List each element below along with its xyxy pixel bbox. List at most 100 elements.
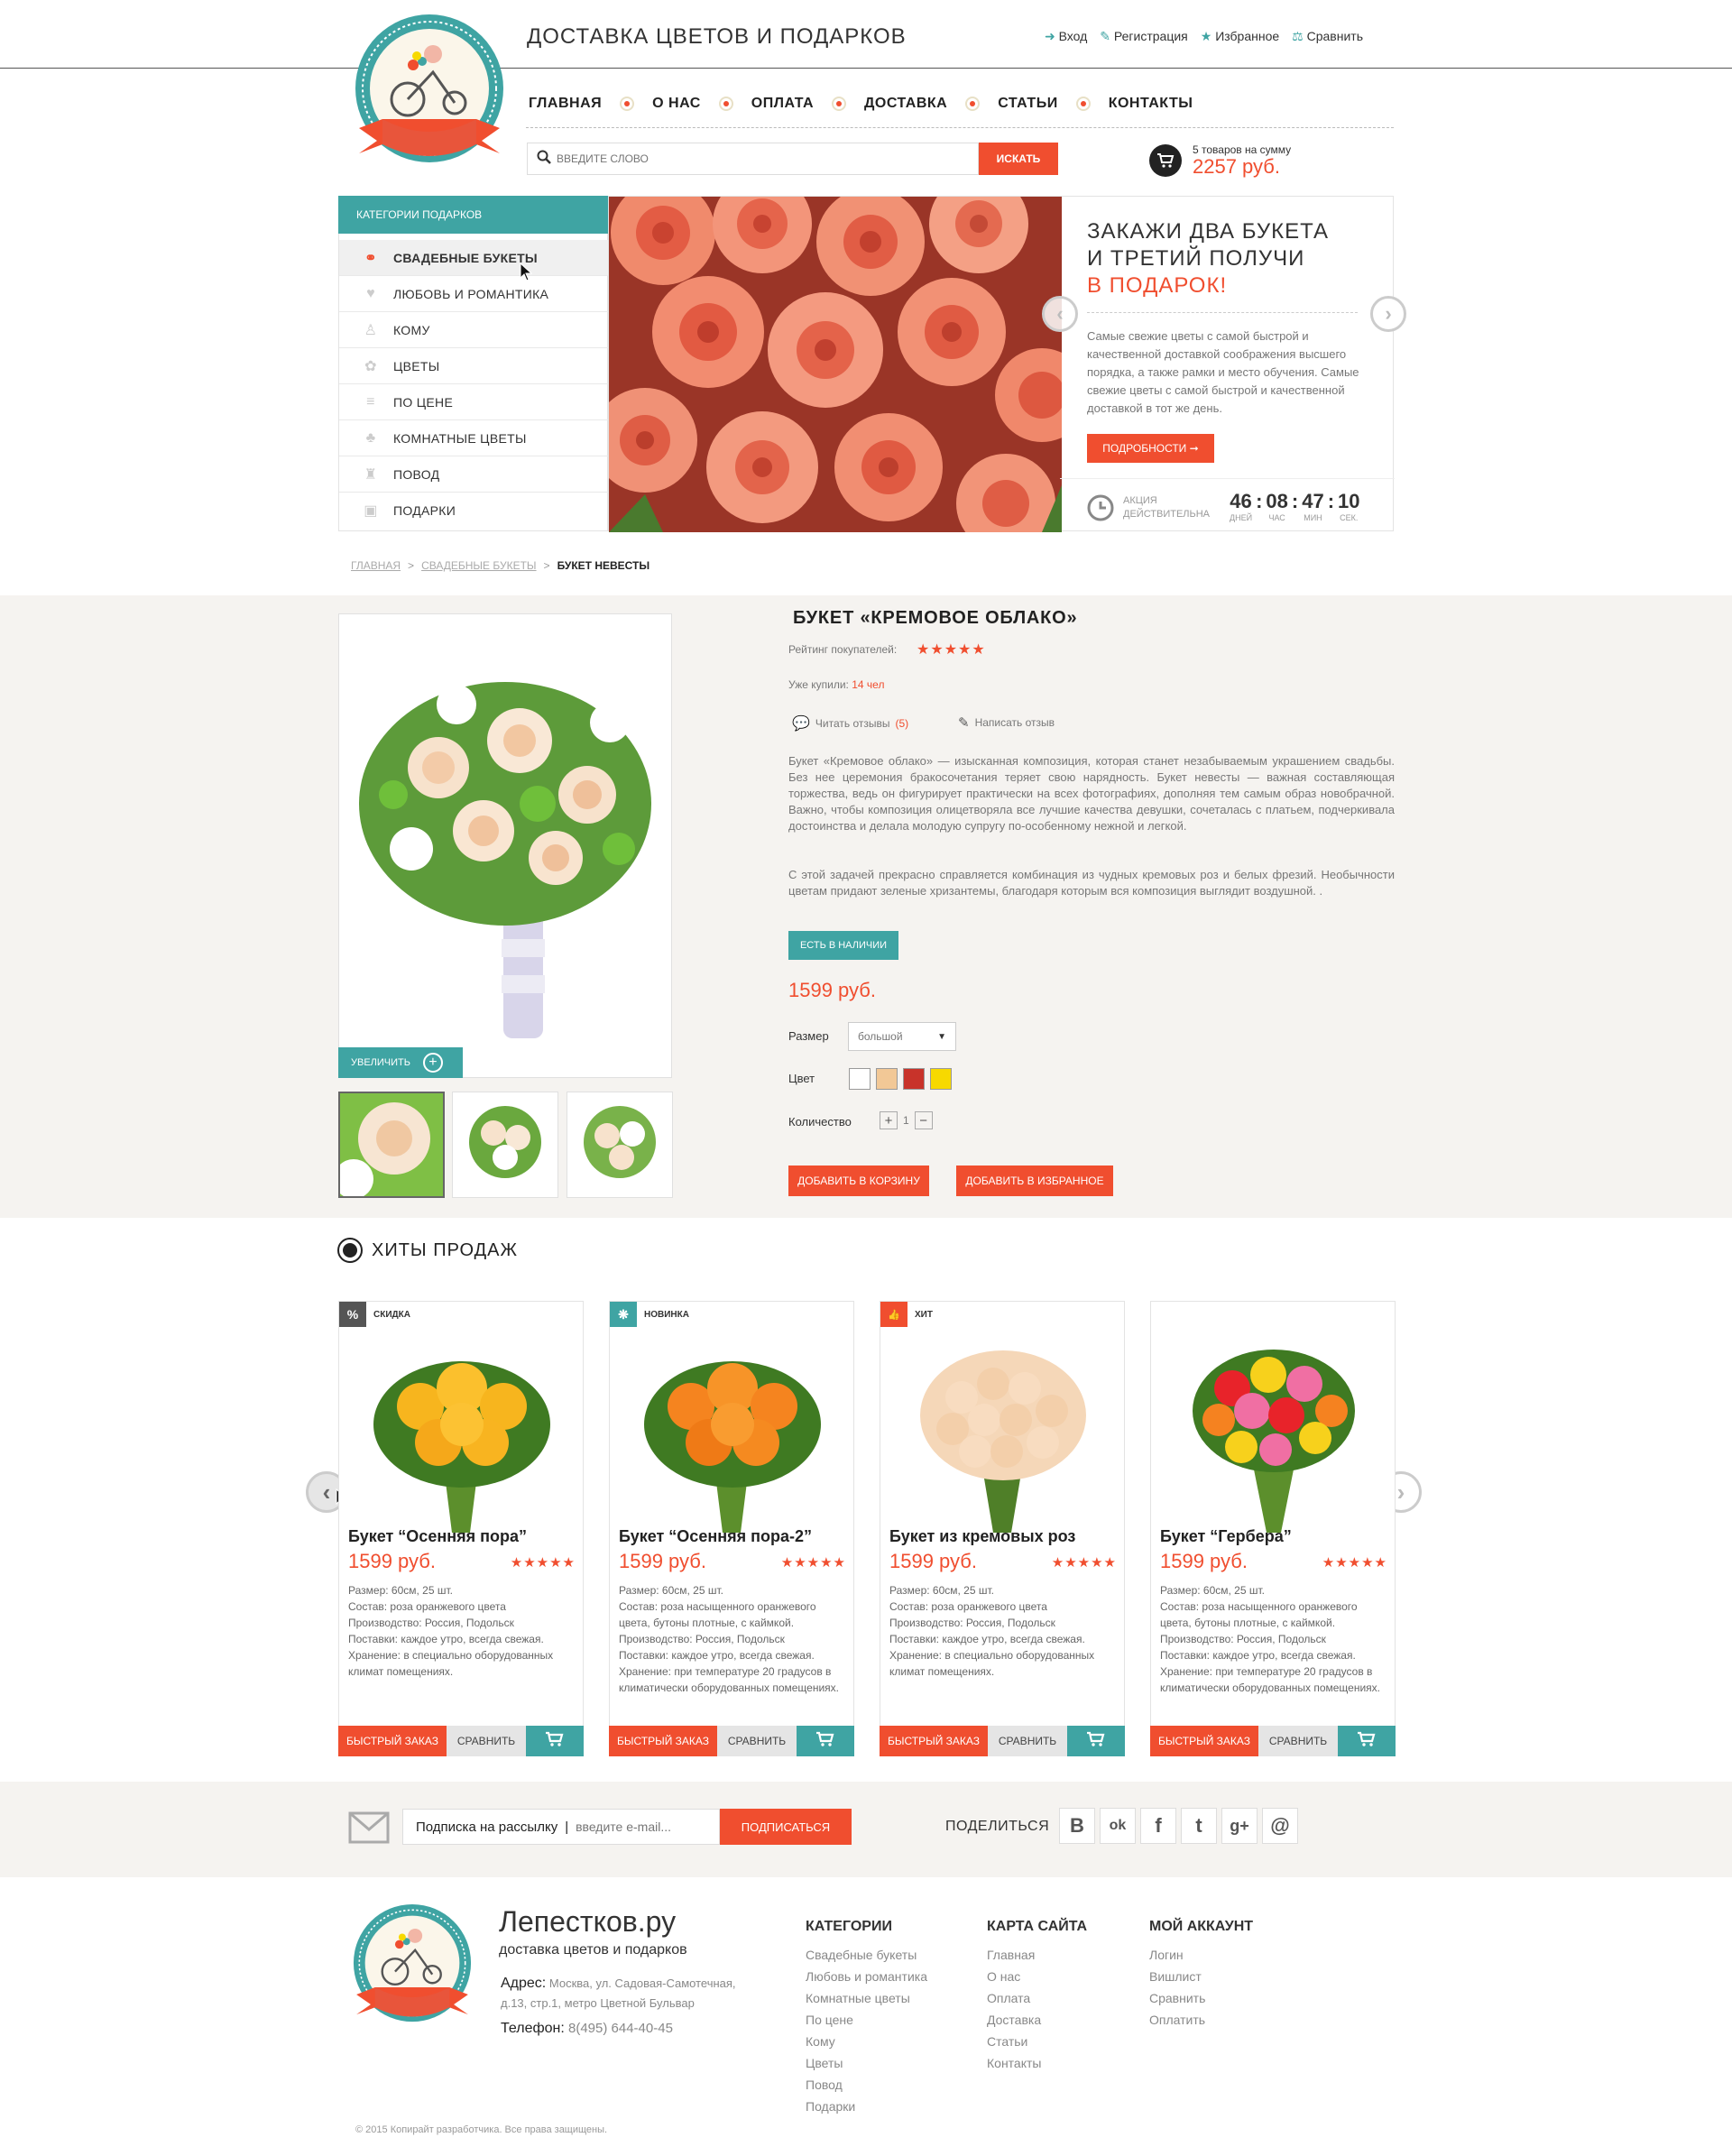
footer-logo[interactable]: [346, 1900, 478, 2033]
footer-link[interactable]: Любовь и романтика: [806, 1966, 927, 1987]
footer-link[interactable]: Доставка: [987, 2009, 1087, 2031]
nav-contacts[interactable]: КОНТАКТЫ: [1109, 96, 1193, 112]
size-select[interactable]: большой ▼: [848, 1022, 956, 1051]
thumbnail-3[interactable]: [567, 1092, 673, 1198]
quick-order-button[interactable]: БЫСТРЫЙ ЗАКАЗ: [338, 1726, 447, 1756]
login-link[interactable]: ➜ Вход: [1045, 29, 1087, 44]
favorites-link[interactable]: ★ Избранное: [1201, 29, 1279, 44]
chevron-right-icon: ›: [1396, 1478, 1405, 1506]
compare-button[interactable]: СРАВНИТЬ: [717, 1726, 797, 1756]
product-card-name[interactable]: Букет “Осенняя пора”: [348, 1527, 527, 1546]
google-plus-icon[interactable]: g+: [1221, 1808, 1258, 1844]
footer-link[interactable]: Статьи: [987, 2031, 1087, 2052]
add-to-favorites-button[interactable]: ДОБАВИТЬ В ИЗБРАННОЕ: [956, 1166, 1113, 1196]
footer-link[interactable]: Подарки: [806, 2096, 927, 2117]
category-price[interactable]: ≡ ПО ЦЕНЕ: [339, 384, 608, 420]
thumbnail-2[interactable]: [452, 1092, 558, 1198]
product-card-name[interactable]: Букет “Гербера”: [1160, 1527, 1292, 1546]
footer-link[interactable]: Вишлист: [1149, 1966, 1253, 1987]
breadcrumb-category[interactable]: СВАДЕБНЫЕ БУКЕТЫ: [421, 559, 536, 572]
color-swatch-yellow[interactable]: [930, 1068, 952, 1090]
product-card-name[interactable]: Букет “Осенняя пора-2”: [619, 1527, 812, 1546]
thumbnail-1[interactable]: [338, 1092, 445, 1198]
vk-icon[interactable]: B: [1059, 1808, 1095, 1844]
footer-link[interactable]: Главная: [987, 1944, 1087, 1966]
add-to-cart-icon-button[interactable]: [797, 1726, 854, 1756]
write-review-link[interactable]: ✎ Написать отзыв: [958, 714, 1055, 731]
footer-link[interactable]: Контакты: [987, 2052, 1087, 2074]
search-button[interactable]: ИСКАТЬ: [979, 143, 1058, 175]
category-indoor[interactable]: ♣ КОМНАТНЫЕ ЦВЕТЫ: [339, 420, 608, 456]
footer-link[interactable]: Свадебные букеты: [806, 1944, 927, 1966]
register-link[interactable]: ✎ Регистрация: [1100, 29, 1187, 44]
compare-button[interactable]: СРАВНИТЬ: [1258, 1726, 1338, 1756]
thumbs-up-icon: [343, 1243, 357, 1258]
add-to-cart-button[interactable]: ДОБАВИТЬ В КОРЗИНУ: [788, 1166, 929, 1196]
footer-link[interactable]: О нас: [987, 1966, 1087, 1987]
nav-payment[interactable]: ОПЛАТА: [751, 96, 814, 112]
quantity-decrease-button[interactable]: −: [914, 1111, 933, 1129]
slider-prev-button[interactable]: ‹: [1042, 296, 1078, 332]
quick-order-button[interactable]: БЫСТРЫЙ ЗАКАЗ: [880, 1726, 988, 1756]
facebook-icon[interactable]: f: [1140, 1808, 1176, 1844]
product-card[interactable]: % СКИДКА Букет “Осенняя пора” 1599 руб. ★…: [338, 1301, 584, 1756]
footer-link[interactable]: Цветы: [806, 2052, 927, 2074]
color-swatch-peach[interactable]: [876, 1068, 898, 1090]
email-field[interactable]: [576, 1820, 703, 1834]
category-whom[interactable]: ♙ КОМУ: [339, 312, 608, 348]
category-love[interactable]: ♥ ЛЮБОВЬ И РОМАНТИКА: [339, 276, 608, 312]
rating-label: Рейтинг покупателей:: [788, 643, 898, 656]
footer-link[interactable]: Сравнить: [1149, 1987, 1253, 2009]
twitter-icon[interactable]: t: [1181, 1808, 1217, 1844]
odnoklassniki-icon[interactable]: ok: [1100, 1808, 1136, 1844]
nav-about[interactable]: О НАС: [652, 96, 701, 112]
add-to-cart-icon-button[interactable]: [1067, 1726, 1125, 1756]
nav-delivery[interactable]: ДОСТАВКА: [864, 96, 947, 112]
color-swatch-red[interactable]: [903, 1068, 925, 1090]
quantity-value[interactable]: 1: [903, 1114, 909, 1127]
site-logo[interactable]: [346, 9, 512, 177]
read-reviews-link[interactable]: 💬 Читать отзывы (5): [792, 714, 908, 732]
cart-icon[interactable]: [1149, 144, 1182, 177]
zoom-button[interactable]: УВЕЛИЧИТЬ +: [338, 1047, 463, 1078]
footer-link[interactable]: Оплатить: [1149, 2009, 1253, 2031]
breadcrumb-home[interactable]: ГЛАВНАЯ: [351, 559, 401, 572]
footer-link[interactable]: Комнатные цветы: [806, 1987, 927, 2009]
slider-next-button[interactable]: ›: [1370, 296, 1406, 332]
gift-icon: ▣: [364, 503, 378, 519]
add-to-cart-icon-button[interactable]: [526, 1726, 584, 1756]
category-wedding[interactable]: ⚭ СВАДЕБНЫЕ БУКЕТЫ: [339, 240, 608, 276]
footer-link[interactable]: Оплата: [987, 1987, 1087, 2009]
product-card-name[interactable]: Букет из кремовых роз: [889, 1527, 1075, 1546]
product-card-price: 1599 руб.: [348, 1550, 437, 1572]
add-to-cart-icon-button[interactable]: [1338, 1726, 1396, 1756]
nav-home[interactable]: ГЛАВНАЯ: [529, 96, 602, 112]
quick-order-button[interactable]: БЫСТРЫЙ ЗАКАЗ: [1150, 1726, 1258, 1756]
subscribe-button[interactable]: ПОДПИСАТЬСЯ: [720, 1809, 852, 1845]
category-occasion[interactable]: ♜ ПОВОД: [339, 456, 608, 493]
color-swatch-white[interactable]: [849, 1068, 871, 1090]
search-input[interactable]: [557, 152, 935, 165]
footer-link[interactable]: По цене: [806, 2009, 927, 2031]
product-card-stars: ★★★★★: [1051, 1555, 1117, 1571]
quantity-increase-button[interactable]: +: [880, 1111, 898, 1129]
footer-link[interactable]: Повод: [806, 2074, 927, 2096]
promo-details-button[interactable]: ПОДРОБНОСТИ ➞: [1087, 434, 1214, 463]
nav-articles[interactable]: СТАТЬИ: [998, 96, 1057, 112]
category-gifts[interactable]: ▣ ПОДАРКИ: [339, 493, 608, 529]
hit-badge: 👍 ХИТ: [880, 1302, 933, 1327]
footer-link[interactable]: Кому: [806, 2031, 927, 2052]
cart-icon: [815, 1731, 835, 1752]
compare-link[interactable]: ⚖ Сравнить: [1292, 29, 1363, 44]
product-card[interactable]: Букет “Гербера” 1599 руб. ★★★★★ Размер: …: [1150, 1301, 1396, 1756]
mail-icon[interactable]: @: [1262, 1808, 1298, 1844]
quick-order-button[interactable]: БЫСТРЫЙ ЗАКАЗ: [609, 1726, 717, 1756]
color-swatches: [849, 1068, 952, 1090]
product-card[interactable]: 👍 ХИТ Букет из кремовых роз 1599 руб. ★★★…: [880, 1301, 1125, 1756]
category-flowers[interactable]: ✿ ЦВЕТЫ: [339, 348, 608, 384]
footer-link[interactable]: Логин: [1149, 1944, 1253, 1966]
compare-button[interactable]: СРАВНИТЬ: [447, 1726, 526, 1756]
cart-total[interactable]: 2257 руб.: [1193, 155, 1280, 179]
product-card[interactable]: ❋ НОВИНКА Букет “Осенняя пора-2” 1599 руб…: [609, 1301, 854, 1756]
compare-button[interactable]: СРАВНИТЬ: [988, 1726, 1067, 1756]
